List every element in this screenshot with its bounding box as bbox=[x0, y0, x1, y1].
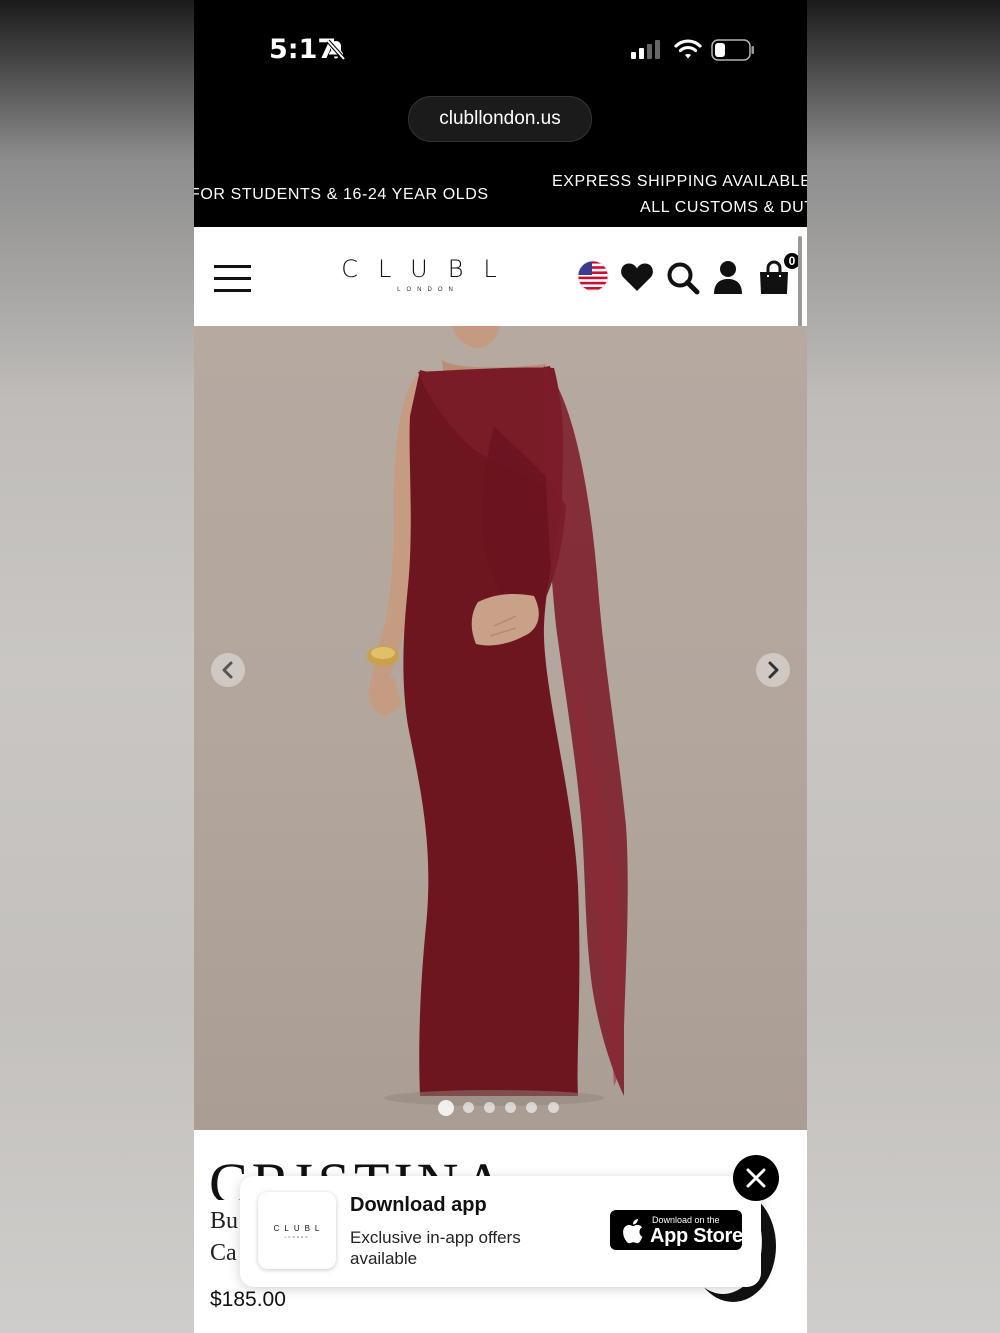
gallery-next-button[interactable] bbox=[756, 653, 790, 687]
close-icon bbox=[746, 1168, 766, 1188]
product-style: Ca bbox=[210, 1240, 237, 1266]
us-flag-icon[interactable] bbox=[577, 260, 609, 292]
app-store-button[interactable]: Download on the App Store bbox=[610, 1210, 743, 1250]
product-image-gallery[interactable] bbox=[194, 326, 807, 1130]
bell-off-icon bbox=[326, 39, 346, 61]
gallery-dot[interactable] bbox=[526, 1102, 537, 1113]
promo-students-text[interactable]: FOR STUDENTS & 16-24 YEAR OLDS bbox=[194, 186, 489, 204]
logo-wordmark: CLUBL bbox=[341, 255, 517, 283]
status-bar: 5:17 bbox=[194, 0, 807, 96]
promo-shipping-text[interactable]: EXPRESS SHIPPING AVAILABLE bbox=[552, 173, 807, 191]
gallery-dot[interactable] bbox=[484, 1102, 495, 1113]
apple-icon bbox=[623, 1219, 643, 1244]
close-banner-button[interactable] bbox=[733, 1155, 779, 1201]
app-logo: CLUBL LONDON bbox=[258, 1192, 336, 1269]
site-logo[interactable]: CLUBL LONDON bbox=[330, 255, 520, 293]
account-icon[interactable] bbox=[713, 260, 743, 296]
app-logo-subtitle: LONDON bbox=[284, 1235, 310, 1239]
url-pill[interactable]: clubllondon.us bbox=[408, 96, 592, 142]
product-color: Bu bbox=[210, 1208, 239, 1234]
wishlist-heart-icon[interactable] bbox=[620, 261, 654, 293]
gallery-dot-active[interactable] bbox=[438, 1100, 454, 1116]
promo-banner: FOR STUDENTS & 16-24 YEAR OLDS EXPRESS S… bbox=[194, 158, 807, 227]
site-header: CLUBL LONDON bbox=[194, 227, 807, 326]
battery-icon bbox=[711, 39, 754, 61]
gallery-dot[interactable] bbox=[463, 1102, 474, 1113]
app-logo-wordmark: CLUBL bbox=[273, 1224, 325, 1233]
phone-screen: 5:17 clubllondon.us FOR STUDENTS & 16-24… bbox=[194, 0, 807, 1333]
gallery-dot[interactable] bbox=[505, 1102, 516, 1113]
menu-icon[interactable] bbox=[214, 265, 251, 292]
gallery-dot[interactable] bbox=[548, 1102, 559, 1113]
browser-bar: clubllondon.us bbox=[194, 96, 807, 158]
app-store-small-text: Download on the bbox=[652, 1215, 720, 1225]
app-banner-description: Exclusive in-app offers available bbox=[350, 1228, 521, 1268]
logo-subtitle: LONDON bbox=[397, 287, 459, 293]
product-photo bbox=[367, 326, 628, 1106]
search-icon[interactable] bbox=[666, 261, 700, 295]
promo-customs-text[interactable]: ALL CUSTOMS & DUT bbox=[640, 199, 807, 217]
app-banner-title: Download app bbox=[350, 1194, 487, 1216]
chevron-left-icon bbox=[222, 661, 233, 679]
wifi-icon bbox=[674, 39, 702, 59]
product-price: $185.00 bbox=[210, 1288, 286, 1311]
signal-icon bbox=[631, 40, 660, 59]
app-store-label: App Store bbox=[650, 1225, 743, 1247]
app-download-banner[interactable]: CLUBL LONDON Download app Exclusive in-a… bbox=[240, 1176, 761, 1287]
chevron-right-icon bbox=[768, 661, 779, 679]
gallery-prev-button[interactable] bbox=[211, 653, 245, 687]
